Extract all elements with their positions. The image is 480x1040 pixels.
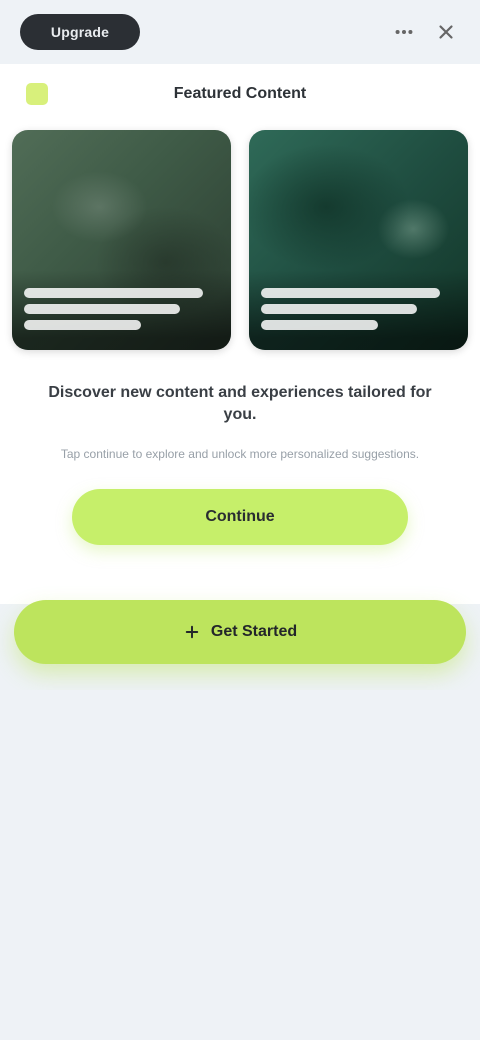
image-title-right — [261, 288, 441, 298]
top-right-actions — [390, 18, 460, 46]
close-button[interactable] — [432, 18, 460, 46]
sheet-header: Featured Content — [0, 78, 480, 110]
continue-button[interactable]: Continue — [72, 489, 408, 545]
more-button[interactable] — [390, 18, 418, 46]
image-grid — [12, 130, 468, 350]
get-started-label: Get Started — [210, 623, 298, 640]
image-card-left[interactable] — [12, 130, 231, 350]
image-overlay-left — [12, 270, 231, 350]
sheet-description: Discover new content and experiences tai… — [48, 384, 432, 423]
sheet-note: Tap continue to explore and unlock more … — [60, 447, 420, 461]
continue-label: Continue — [205, 508, 275, 525]
content-sheet: Featured Content Discover new content an… — [0, 64, 480, 604]
close-icon — [439, 25, 453, 39]
sheet-badge — [26, 83, 48, 105]
upgrade-pill-button[interactable]: Upgrade — [20, 14, 140, 50]
image-subtitle-right — [261, 304, 417, 314]
image-overlay-right — [249, 270, 468, 350]
sheet-title: Featured Content — [173, 85, 307, 102]
more-icon — [395, 29, 413, 35]
get-started-button[interactable]: Get Started — [14, 600, 466, 664]
top-bar: Upgrade — [0, 0, 480, 64]
image-subtitle-left — [24, 304, 180, 314]
image-caption-right — [261, 320, 378, 330]
background-bottom — [0, 690, 480, 1040]
image-caption-left — [24, 320, 141, 330]
app-page: Upgrade Featured Content Discover new co… — [0, 0, 480, 1040]
upgrade-pill-label: Upgrade — [50, 24, 110, 40]
image-card-right[interactable] — [249, 130, 468, 350]
image-title-left — [24, 288, 204, 298]
plus-icon — [183, 623, 201, 641]
